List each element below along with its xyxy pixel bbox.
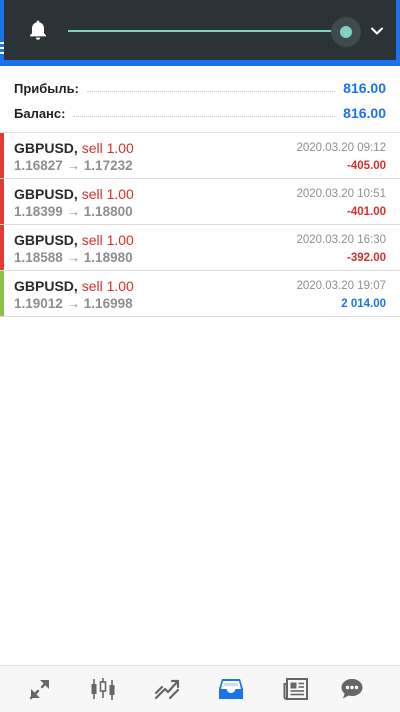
trade-action: sell 1.00	[81, 278, 134, 294]
nav-news[interactable]	[267, 666, 324, 712]
trade-symbol: GBPUSD,	[14, 278, 78, 294]
trade-action: sell 1.00	[81, 232, 134, 248]
chart-icon	[91, 678, 114, 700]
account-summary: Прибыль: 816.00 Баланс: 816.00	[0, 66, 400, 133]
profit-label: Прибыль:	[14, 80, 79, 96]
trade-symbol: GBPUSD,	[14, 232, 78, 248]
trade-list: GBPUSD, sell 1.00 1.16827 → 1.17232 2020…	[0, 133, 400, 317]
balance-value: 816.00	[343, 105, 386, 121]
nav-quotes[interactable]	[11, 666, 68, 712]
news-icon	[283, 678, 308, 700]
trade-symbol-line: GBPUSD, sell 1.00	[14, 232, 134, 248]
trade-symbol-line: GBPUSD, sell 1.00	[14, 140, 134, 156]
notification-slider-track[interactable]	[68, 30, 344, 32]
trade-time: 2020.03.20 19:07	[296, 280, 386, 292]
trade-row[interactable]: GBPUSD, sell 1.00 1.18588 → 1.18980 2020…	[0, 225, 400, 271]
dotted-leader	[73, 115, 336, 117]
trade-type-bar	[0, 225, 4, 270]
balance-row: Баланс: 816.00	[14, 102, 386, 124]
dotted-leader	[87, 90, 336, 92]
quotes-icon	[29, 680, 49, 700]
top-frame	[0, 0, 400, 66]
profit-value: 816.00	[343, 80, 386, 96]
trade-prices: 1.18588 → 1.18980	[14, 250, 133, 265]
trade-time: 2020.03.20 09:12	[296, 142, 386, 154]
trade-symbol: GBPUSD,	[14, 140, 78, 156]
trade-prices: 1.19012 → 1.16998	[14, 296, 133, 311]
trade-profit: -392.00	[346, 252, 386, 264]
trade-prices: 1.16827 → 1.17232	[14, 158, 133, 173]
trade-action: sell 1.00	[81, 140, 134, 156]
chat-icon	[341, 679, 362, 699]
trade-action: sell 1.00	[81, 186, 134, 202]
trade-row[interactable]: GBPUSD, sell 1.00 1.16827 → 1.17232 2020…	[0, 133, 400, 179]
bottom-navigation	[0, 665, 400, 712]
trade-time: 2020.03.20 10:51	[296, 188, 386, 200]
chevron-down-icon[interactable]	[370, 24, 384, 38]
trade-row[interactable]: GBPUSD, sell 1.00 1.18399 → 1.18800 2020…	[0, 179, 400, 225]
notification-slider-handle[interactable]	[340, 26, 352, 38]
nav-trade[interactable]	[138, 666, 195, 712]
trade-time: 2020.03.20 16:30	[296, 234, 386, 246]
trade-profit: -405.00	[346, 160, 386, 172]
nav-chat[interactable]	[323, 666, 380, 712]
nav-history[interactable]	[202, 666, 259, 712]
bell-icon[interactable]	[28, 19, 48, 41]
trade-icon	[154, 679, 179, 700]
trade-type-bar	[0, 271, 4, 316]
trade-profit: 2 014.00	[341, 298, 386, 310]
profit-row: Прибыль: 816.00	[14, 77, 386, 99]
trade-row[interactable]: GBPUSD, sell 1.00 1.19012 → 1.16998 2020…	[0, 271, 400, 317]
trade-symbol-line: GBPUSD, sell 1.00	[14, 278, 134, 294]
trade-prices: 1.18399 → 1.18800	[14, 204, 133, 219]
trade-profit: -401.00	[346, 206, 386, 218]
nav-chart[interactable]	[74, 666, 131, 712]
trade-symbol-line: GBPUSD, sell 1.00	[14, 186, 134, 202]
trade-symbol: GBPUSD,	[14, 186, 78, 202]
notification-panel	[4, 0, 396, 60]
history-icon	[218, 679, 243, 699]
trade-type-bar	[0, 133, 4, 178]
balance-label: Баланс:	[14, 105, 66, 121]
trade-type-bar	[0, 179, 4, 224]
